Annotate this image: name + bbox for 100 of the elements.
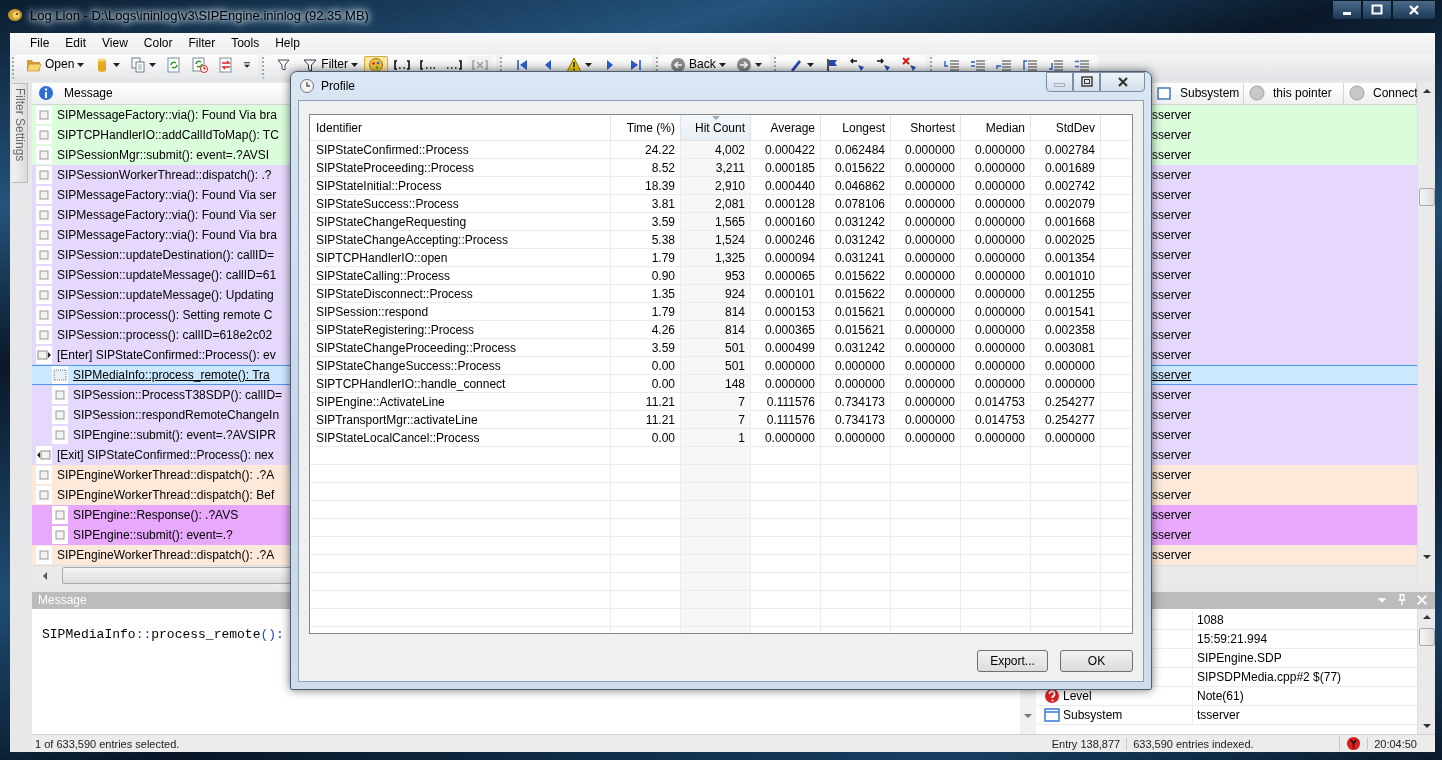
table-cell: SIPStateCalling::Process xyxy=(316,268,451,283)
table-cell: 7 xyxy=(738,394,745,409)
minimize-button[interactable] xyxy=(1332,0,1362,20)
subsystem-text: sserver xyxy=(1152,407,1193,422)
table-cell: 0.001010 xyxy=(1044,268,1095,283)
table-cell: 0.000153 xyxy=(764,304,815,319)
property-value: 15:59:21.994 xyxy=(1197,631,1268,646)
column-header[interactable]: Identifier xyxy=(310,115,611,141)
menu-item[interactable]: Color xyxy=(135,33,181,53)
table-cell: SIPStateChangeAccepting::Process xyxy=(316,232,509,247)
message-text: SIPEngineWorkerThread::dispatch(): .?A xyxy=(56,467,275,482)
status-text: 1 of 633,590 entries selected. xyxy=(34,737,181,750)
close-button[interactable] xyxy=(1100,72,1145,92)
table-cell: 0.015622 xyxy=(834,160,885,175)
column-header[interactable]: Shortest xyxy=(891,115,961,141)
table-cell: 1.79 xyxy=(651,250,675,265)
maximize-button[interactable] xyxy=(1362,0,1392,20)
column-header[interactable]: StdDev xyxy=(1031,115,1101,141)
table-cell: 924 xyxy=(724,286,745,301)
table-cell: 0.002742 xyxy=(1044,178,1095,193)
table-cell: 0.000000 xyxy=(834,358,885,373)
menu-item[interactable]: Help xyxy=(267,33,308,53)
close-button[interactable] xyxy=(1392,0,1436,20)
table-cell: 0.000000 xyxy=(974,304,1025,319)
message-text: SIPMediaInfo::process_remote(): Tra xyxy=(72,367,270,382)
table-cell: 0.031242 xyxy=(834,340,885,355)
table-cell: 7 xyxy=(738,412,745,427)
square-icon xyxy=(1156,85,1172,102)
table-cell: 3.59 xyxy=(651,340,675,355)
subsystem-text: sserver xyxy=(1152,287,1193,302)
message-text: [Exit] SIPStateConfirmed::Process(): nex xyxy=(56,447,274,462)
table-cell: 1.79 xyxy=(651,304,675,319)
table-cell: 0.254277 xyxy=(1044,412,1095,427)
table-cell: 0.00 xyxy=(651,376,675,391)
table-cell: 0.111576 xyxy=(766,394,815,409)
subsystem-text: sserver xyxy=(1152,187,1193,202)
menu-item[interactable]: Tools xyxy=(223,33,268,53)
panel-title: Message xyxy=(38,593,87,608)
property-value: tsserver xyxy=(1197,707,1240,722)
column-header[interactable]: Connect xyxy=(1344,82,1417,104)
column-header[interactable]: Time (%) xyxy=(611,115,681,141)
menu-item[interactable]: View xyxy=(94,33,136,53)
subsystem-text: sserver xyxy=(1152,327,1193,342)
subsystem-text: sserver xyxy=(1152,227,1193,242)
square-icon xyxy=(36,265,52,284)
column-header[interactable]: Median xyxy=(961,115,1031,141)
table-cell: 814 xyxy=(724,304,745,319)
table-cell: 1,325 xyxy=(714,250,745,265)
table-cell: 953 xyxy=(724,268,745,283)
table-cell: 0.002079 xyxy=(1044,196,1095,211)
subsystem-text: sserver xyxy=(1152,507,1193,522)
scrollbar-thumb[interactable] xyxy=(1418,627,1435,646)
square-icon xyxy=(36,105,52,124)
maximize-button[interactable] xyxy=(1073,72,1100,92)
table-cell: 3.59 xyxy=(651,214,675,229)
caret-icon xyxy=(113,62,121,67)
table-cell: 0.000422 xyxy=(764,142,815,157)
table-cell: 0.000000 xyxy=(974,340,1025,355)
sort-arrow-icon xyxy=(711,116,720,120)
table-cell: 0.002025 xyxy=(1044,232,1095,247)
ok-button[interactable]: OK xyxy=(1060,650,1133,672)
table-cell: 0.000246 xyxy=(764,232,815,247)
flag-right-arrow-icon xyxy=(875,56,892,73)
side-tab[interactable]: Filter Settings xyxy=(12,82,28,183)
table-cell: 0.254277 xyxy=(1044,394,1095,409)
menu-item[interactable]: File xyxy=(22,33,58,53)
table-cell: 0.000000 xyxy=(904,340,955,355)
subsystem-text: sserver xyxy=(1152,427,1193,442)
table-cell: 0.031241 xyxy=(834,250,885,265)
table-cell: 0.078106 xyxy=(834,196,885,211)
scrollbar-thumb[interactable] xyxy=(1418,187,1435,206)
export-button[interactable]: Export... xyxy=(977,650,1048,672)
message-text: SIPMessageFactory::via(): Found Via bra xyxy=(56,227,277,242)
column-header[interactable]: Average xyxy=(751,115,821,141)
table-cell: 0.001255 xyxy=(1044,286,1095,301)
caret-icon xyxy=(77,62,85,67)
menu-item[interactable]: Edit xyxy=(57,33,95,53)
refresh-icon xyxy=(166,56,183,73)
table-cell: 0.000000 xyxy=(1044,376,1095,391)
table-cell: 0.000000 xyxy=(974,376,1025,391)
message-text: SIPSession::updateMessage(): callID=61 xyxy=(56,267,277,282)
column-header[interactable]: Longest xyxy=(821,115,891,141)
table-cell: 2,910 xyxy=(714,178,745,193)
message-text: [Enter] SIPStateConfirmed::Process(): ev xyxy=(56,347,276,362)
square-icon xyxy=(36,325,52,344)
table-cell: 0.000000 xyxy=(764,376,815,391)
table-cell: 0.000185 xyxy=(764,160,815,175)
menu-item[interactable]: Filter xyxy=(180,33,224,53)
property-value: SIPEngine.SDP xyxy=(1197,650,1282,665)
table-cell: 0.000128 xyxy=(764,196,815,211)
table-cell: 0.000000 xyxy=(904,178,955,193)
table-cell: SIPSession::respond xyxy=(316,304,429,319)
circle-icon xyxy=(1349,85,1365,102)
property-name: Level xyxy=(1063,688,1092,703)
maximize-icon xyxy=(1369,2,1385,18)
message-text: SIPSession::process(): callID=618e2c02 xyxy=(56,327,273,342)
column-header[interactable]: this pointer xyxy=(1244,82,1344,104)
column-header[interactable]: Hit Count xyxy=(681,115,751,141)
subsystem-text: sserver xyxy=(1152,147,1193,162)
message-text: SIPSession::updateMessage(): Updating xyxy=(56,287,274,302)
